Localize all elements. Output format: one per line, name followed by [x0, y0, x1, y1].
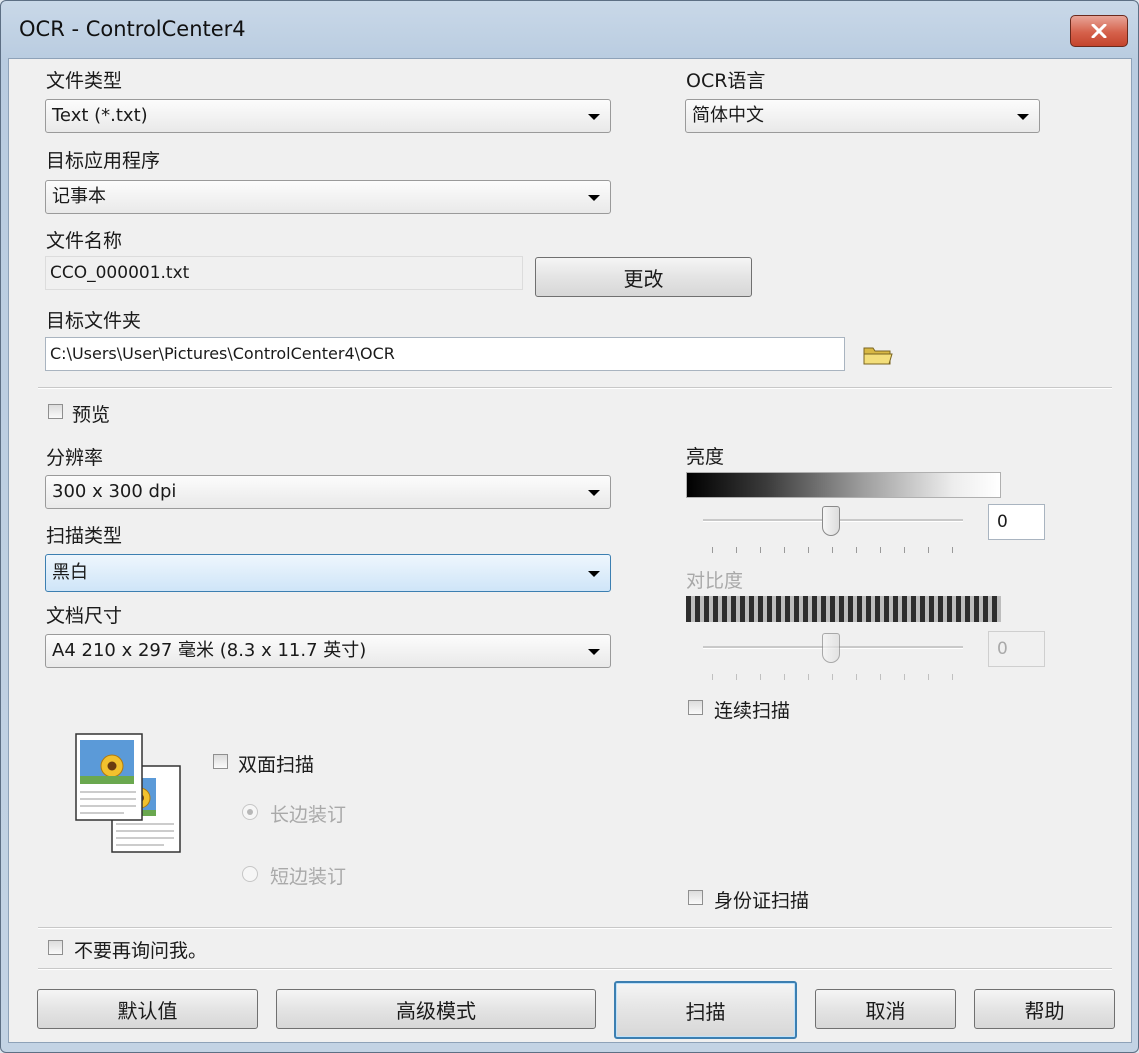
doc-size-label: 文档尺寸	[46, 605, 123, 627]
chevron-down-icon	[588, 490, 600, 496]
dont-ask-label: 不要再询问我。	[74, 940, 208, 962]
contrast-ticks	[712, 674, 962, 680]
resolution-label: 分辨率	[46, 447, 104, 469]
close-icon	[1091, 24, 1107, 38]
resolution-value: 300 x 300 dpi	[52, 481, 177, 502]
short-edge-label: 短边装订	[270, 866, 347, 888]
separator-top	[38, 387, 1112, 389]
scan-type-select[interactable]: 黑白	[45, 554, 611, 592]
title-bar[interactable]: OCR - ControlCenter4	[1, 1, 1137, 59]
doc-size-select[interactable]: A4 210 x 297 毫米 (8.3 x 11.7 英寸)	[45, 634, 611, 668]
file-type-label: 文件类型	[46, 70, 123, 92]
file-type-select[interactable]: Text (*.txt)	[45, 99, 611, 133]
duplex-scan-label: 双面扫描	[238, 754, 315, 776]
chevron-down-icon	[588, 649, 600, 655]
folder-icon	[863, 347, 893, 365]
duplex-illustration	[74, 732, 184, 856]
resolution-select[interactable]: 300 x 300 dpi	[45, 475, 611, 509]
doc-size-value: A4 210 x 297 毫米 (8.3 x 11.7 英寸)	[52, 640, 367, 661]
browse-folder-button[interactable]	[862, 343, 896, 369]
help-button[interactable]: 帮助	[974, 989, 1115, 1029]
ocr-language-label: OCR语言	[686, 70, 766, 92]
ocr-language-select[interactable]: 简体中文	[685, 99, 1040, 133]
continuous-scan-label: 连续扫描	[714, 700, 791, 722]
target-app-select[interactable]: 记事本	[45, 180, 611, 214]
chevron-down-icon	[588, 571, 600, 577]
default-button[interactable]: 默认值	[37, 989, 258, 1029]
target-app-value: 记事本	[52, 186, 106, 207]
long-edge-label: 长边装订	[270, 804, 347, 826]
scan-button[interactable]: 扫描	[614, 981, 797, 1039]
file-type-value: Text (*.txt)	[52, 105, 148, 126]
contrast-pattern	[686, 596, 1001, 622]
file-name-field[interactable]: CCO_000001.txt	[45, 256, 523, 290]
chevron-down-icon	[588, 195, 600, 201]
target-app-label: 目标应用程序	[46, 150, 161, 172]
ocr-language-value: 简体中文	[692, 105, 764, 126]
cancel-button[interactable]: 取消	[815, 989, 956, 1029]
file-name-label: 文件名称	[46, 230, 123, 252]
target-folder-label: 目标文件夹	[46, 310, 142, 332]
brightness-value-field[interactable]: 0	[988, 504, 1045, 540]
scan-type-label: 扫描类型	[46, 525, 123, 547]
long-edge-radio[interactable]	[242, 804, 258, 820]
contrast-value-field[interactable]: 0	[988, 631, 1045, 667]
continuous-scan-checkbox[interactable]	[688, 700, 703, 715]
target-folder-field[interactable]: C:\Users\User\Pictures\ControlCenter4\OC…	[45, 337, 845, 371]
duplex-pages-icon	[75, 733, 181, 853]
id-card-scan-checkbox[interactable]	[688, 890, 703, 905]
duplex-scan-checkbox[interactable]	[213, 754, 228, 769]
contrast-label: 对比度	[686, 570, 744, 592]
window-title: OCR - ControlCenter4	[19, 17, 246, 41]
advanced-mode-button[interactable]: 高级模式	[276, 989, 596, 1029]
dont-ask-checkbox[interactable]	[48, 940, 63, 955]
separator-bottom	[38, 968, 1112, 970]
brightness-label: 亮度	[686, 446, 725, 468]
separator-middle	[38, 927, 1112, 929]
chevron-down-icon	[1017, 114, 1029, 120]
contrast-slider-thumb[interactable]	[822, 633, 840, 663]
brightness-ticks	[712, 547, 962, 553]
id-card-scan-label: 身份证扫描	[714, 890, 810, 912]
preview-checkbox[interactable]	[48, 404, 63, 419]
scan-type-value: 黑白	[52, 562, 88, 583]
brightness-slider-thumb[interactable]	[822, 506, 840, 536]
chevron-down-icon	[588, 114, 600, 120]
close-button[interactable]	[1070, 15, 1128, 47]
change-button[interactable]: 更改	[535, 257, 752, 297]
short-edge-radio[interactable]	[242, 866, 258, 882]
brightness-gradient	[686, 472, 1001, 498]
preview-label: 预览	[72, 404, 111, 426]
